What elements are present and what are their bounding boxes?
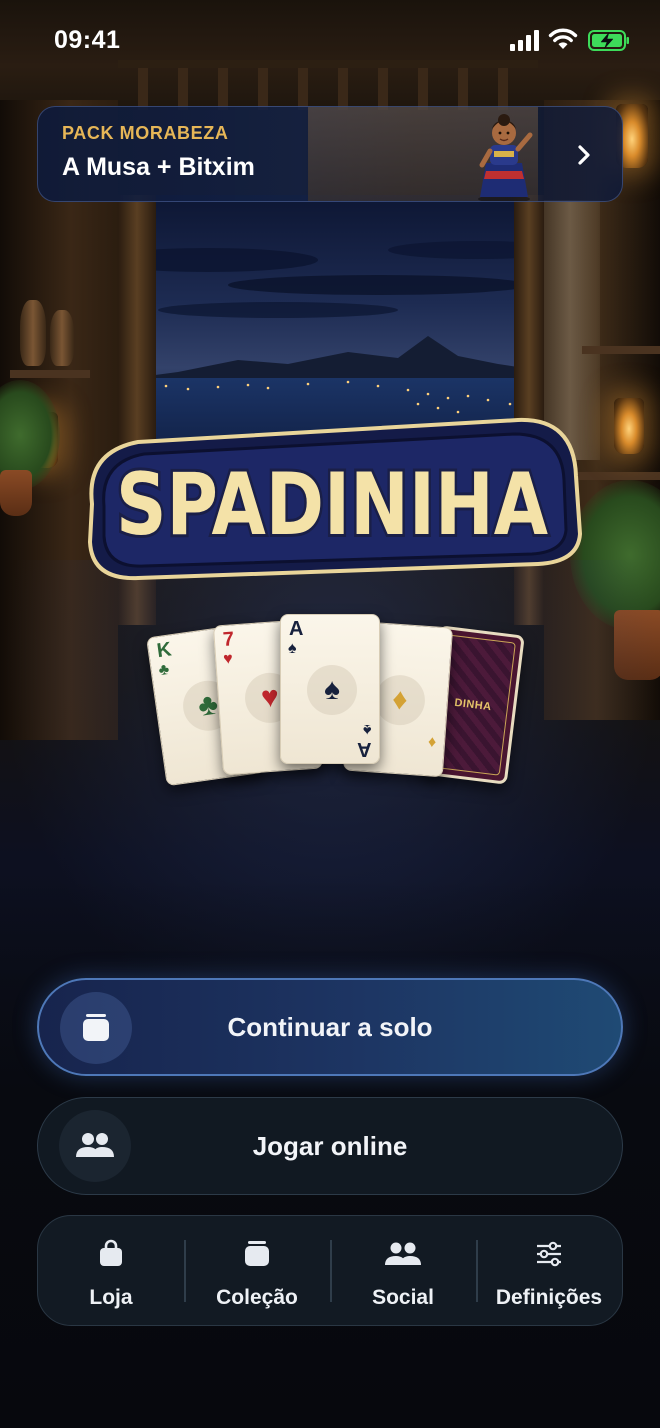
chevron-right-icon (578, 145, 590, 165)
clock: 09:41 (54, 26, 121, 54)
card-stack-icon (245, 1241, 269, 1266)
card-rank: 7 (222, 628, 235, 651)
diamond-suit-icon: ♦ (427, 733, 437, 751)
continue-solo-label: Continuar a solo (227, 1011, 433, 1042)
people-icon (385, 1242, 421, 1265)
jar (20, 300, 46, 366)
play-online-label: Jogar online (252, 1130, 408, 1161)
card-fan: DINHA ♦ ♦ K ♣ ♣ 7 ♥ ♥ A ♠ ♠ ♠ A (140, 600, 525, 800)
left-shelf (10, 370, 90, 378)
home-indicator (210, 1408, 450, 1416)
spade-suit-icon: ♠ (288, 640, 297, 657)
nav-item-shop[interactable]: Loja (38, 1216, 184, 1325)
spade-suit-icon: ♠ (362, 721, 372, 738)
club-suit-icon: ♣ (157, 660, 171, 680)
nav-label-settings: Definições (495, 1286, 603, 1309)
promo-banner[interactable]: PACK MORABEZA A Musa + Bitxim (37, 106, 623, 202)
game-logo: SPADINIHA (78, 412, 582, 582)
card-rank: K (155, 638, 173, 663)
nav-item-social[interactable]: Social (330, 1216, 476, 1325)
status-bar: 09:41 (0, 0, 660, 80)
nav-label-shop: Loja (89, 1286, 133, 1309)
sliders-icon (537, 1241, 561, 1267)
svg-text:SPADINIHA: SPADINIHA (116, 455, 548, 555)
nav-item-settings[interactable]: Definições (476, 1216, 622, 1325)
playing-card-ace-spades: A ♠ ♠ ♠ A (280, 614, 380, 764)
promo-kicker: PACK MORABEZA (62, 123, 229, 143)
nav-item-collection[interactable]: Coleção (184, 1216, 330, 1325)
play-online-button[interactable]: Jogar online (37, 1097, 623, 1195)
bottom-navigation: Loja Coleção Social Definições (37, 1215, 623, 1326)
jar (50, 310, 74, 366)
wifi-icon (548, 28, 578, 49)
right-shelf (582, 346, 660, 354)
battery-charging-icon (588, 30, 629, 51)
continue-solo-button[interactable]: Continuar a solo (37, 978, 623, 1076)
pot-left (0, 470, 32, 516)
lantern-right (614, 398, 644, 454)
spade-suit-icon: ♠ (307, 665, 357, 715)
diamond-suit-icon: ♦ (373, 673, 427, 727)
card-rank: A (289, 618, 304, 640)
muse-character-illustration (478, 114, 533, 201)
heart-suit-icon: ♥ (222, 650, 234, 669)
card-rank: A (356, 738, 371, 760)
right-shelf (578, 472, 660, 480)
promo-title: A Musa + Bitxim (62, 153, 255, 181)
nav-label-social: Social (372, 1286, 434, 1309)
nav-label-collection: Coleção (216, 1286, 298, 1309)
clouds (118, 241, 538, 318)
shopping-bag-icon (100, 1239, 122, 1266)
logo-wordmark: SPADINIHA (113, 452, 551, 558)
cellular-signal-icon (510, 30, 539, 51)
